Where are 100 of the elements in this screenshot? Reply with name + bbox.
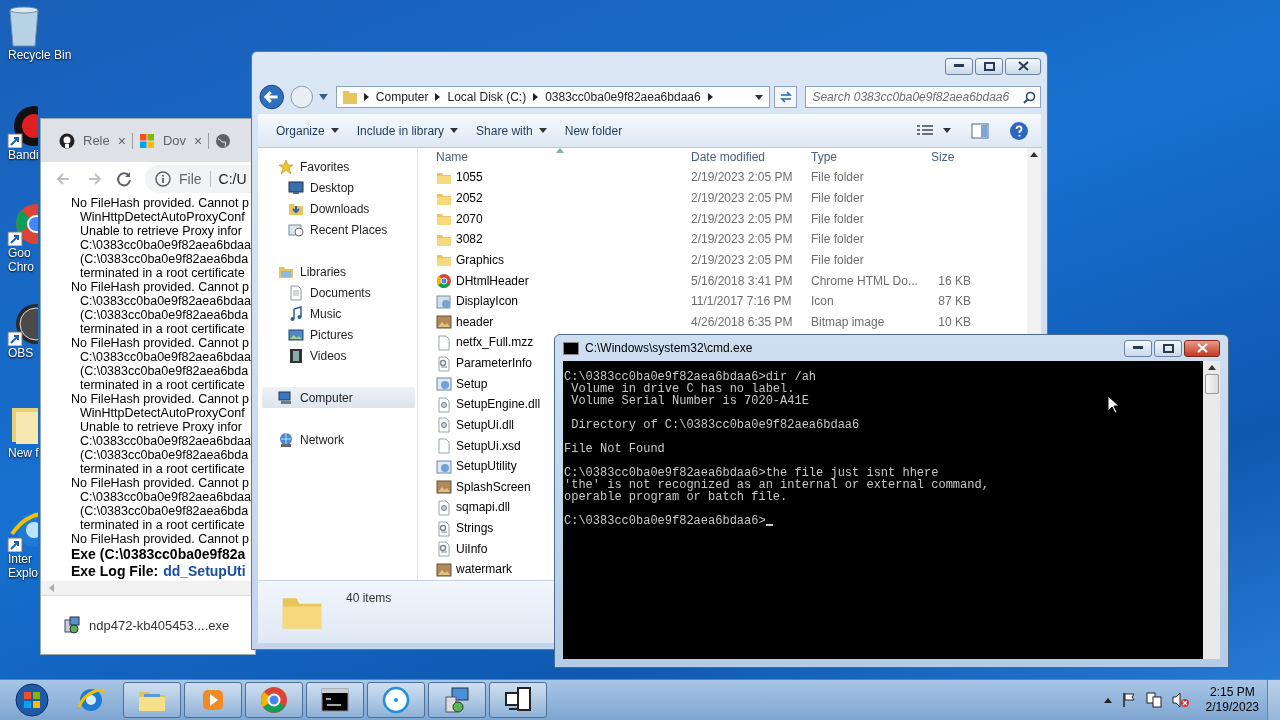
address-bar[interactable]: Computer Local Disk (C:) 0383cc0ba0e9f82aea6bdaa6 (335, 86, 770, 108)
maximize-button[interactable] (975, 57, 1003, 75)
toolbar-button[interactable]: Organize (270, 119, 351, 142)
terminal-line: C:\0383cc0ba0e9f82aea6bdaa6> (564, 515, 766, 527)
file-name[interactable]: UiInfo (456, 541, 488, 557)
terminal-line: Directory of C:\0383cc0ba0e9f82aea6bdaa6 (570, 419, 860, 431)
caret-icon (943, 128, 951, 133)
file-name[interactable]: DHtmlHeader (456, 273, 529, 289)
flag-icon[interactable] (1121, 692, 1136, 708)
desktop-icon-label[interactable]: Bandi (8, 148, 39, 162)
toolbar-button[interactable]: Share with (470, 119, 559, 142)
search-field[interactable]: Search 0383cc0ba0e9f82aea6bdaa6 (805, 86, 1041, 108)
speaker-muted-icon[interactable] (1171, 692, 1190, 708)
music-note-icon (288, 305, 304, 322)
settings-file-icon (436, 355, 452, 372)
file-name[interactable]: Strings (456, 521, 494, 537)
nav-item[interactable]: Videos (258, 345, 417, 366)
scroll-thumb[interactable] (1204, 374, 1219, 394)
file-name[interactable]: SplashScreen (456, 479, 531, 495)
file-name[interactable]: 2070 (456, 211, 483, 227)
terminal-line: C:\0383cc0ba0e9f82aea6bdaa6>the file just isnt hhere (564, 467, 939, 479)
desktop-icon-label[interactable]: Inter (8, 552, 32, 566)
scroll-up-icon[interactable] (1030, 152, 1038, 157)
toolbar-button[interactable]: Include in library (350, 119, 471, 142)
toolbar-button[interactable]: New folder (558, 119, 635, 142)
nav-item[interactable]: Documents (258, 282, 417, 303)
log-summary: Exe (C:\0383cc0ba0e9f82a (70, 546, 247, 563)
file-name[interactable]: netfx_Full.mzz (456, 335, 534, 351)
minimize-button[interactable] (945, 57, 973, 75)
desktop-icon-label[interactable]: New f (8, 446, 39, 460)
minimize-button[interactable] (1124, 339, 1152, 357)
nav-item[interactable]: Network (258, 429, 417, 450)
desktop-icon-label[interactable]: Explo (8, 566, 39, 580)
file-name[interactable]: 1055 (456, 170, 483, 186)
breadcrumb[interactable]: 0383cc0ba0e9f82aea6bdaa6 (545, 90, 701, 104)
close-button[interactable] (1005, 57, 1041, 75)
chrome-icon (436, 273, 452, 290)
close-tab-icon[interactable]: × (117, 132, 126, 149)
file-name[interactable]: 2052 (456, 191, 483, 207)
browser-tab[interactable]: Dov × (132, 132, 210, 149)
close-tab-icon[interactable]: × (194, 132, 203, 149)
taskbar-button[interactable] (306, 682, 364, 718)
file-name[interactable]: ParameterInfo (456, 356, 533, 372)
file-name[interactable]: SetupUi.xsd (456, 438, 521, 454)
download-item[interactable]: ndp472-kb405453....exe (89, 617, 230, 633)
nav-item[interactable]: Music (258, 303, 417, 324)
terminal-icon (320, 685, 350, 715)
desktop-icon-label[interactable]: Recycle Bin (8, 48, 72, 62)
image-file-icon (436, 293, 452, 310)
desktop-icon-label[interactable]: Chro (8, 260, 34, 274)
file-name[interactable]: watermark (456, 562, 512, 578)
desktop-icon-label[interactable]: Goo (8, 246, 31, 260)
dll-file-icon (436, 417, 452, 434)
help-icon[interactable] (1009, 120, 1029, 141)
browser-tab[interactable]: Rele × (53, 132, 133, 149)
show-hidden-icons-icon[interactable] (1103, 697, 1112, 703)
scroll-up-icon[interactable] (1207, 365, 1216, 370)
terminal-line: 'the' is not recognized as an internal or external command, (564, 479, 989, 491)
file-name[interactable]: SetupUtility (456, 459, 517, 475)
folder-icon (342, 89, 357, 105)
close-button[interactable] (1184, 339, 1220, 357)
application-icon (436, 376, 452, 393)
reload-icon[interactable] (115, 170, 133, 188)
breadcrumb[interactable]: Local Disk (C:) (447, 90, 527, 104)
maximize-button[interactable] (1154, 339, 1182, 357)
close-icon (1196, 343, 1208, 353)
taskbar-button[interactable] (489, 682, 547, 718)
file-name[interactable]: 3082 (456, 232, 483, 248)
log-file-link[interactable]: dd_SetupUti (163, 563, 246, 580)
column-header[interactable]: Size (931, 150, 971, 166)
nav-item[interactable]: Libraries (258, 261, 417, 282)
column-header[interactable]: Name (436, 150, 691, 166)
history-caret-icon[interactable] (318, 94, 328, 100)
nav-item[interactable]: Desktop (258, 177, 417, 198)
file-name[interactable]: sqmapi.dll (456, 500, 511, 516)
file-size: 16 KB (937, 273, 971, 289)
file-name[interactable]: SetupUi.dll (456, 417, 515, 433)
refresh-button[interactable] (773, 86, 798, 108)
breadcrumb[interactable]: Computer (375, 90, 429, 104)
view-options-button[interactable] (917, 124, 951, 137)
log-line: (C:\0383cc0ba0e9f82aea6bda (79, 308, 250, 322)
clock[interactable]: 2:15 PM 2/19/2023 (1205, 685, 1259, 715)
file-name[interactable]: Graphics (456, 252, 505, 268)
desktop-icon-label[interactable]: OBS (8, 346, 34, 360)
column-header[interactable]: Type (811, 150, 931, 166)
column-header[interactable]: Date modified (691, 150, 811, 166)
nav-item[interactable]: Recent Places (258, 219, 417, 240)
file-name[interactable]: Setup (456, 376, 488, 392)
back-button[interactable] (258, 83, 286, 111)
show-desktop-button[interactable] (1267, 680, 1280, 720)
file-name[interactable]: SetupEngine.dll (456, 397, 541, 413)
nav-item[interactable]: Pictures (258, 324, 417, 345)
date-modified: 11/1/2017 7:16 PM (691, 294, 793, 310)
file-name[interactable]: header (456, 314, 494, 330)
nav-item[interactable]: Favorites (258, 156, 417, 177)
nav-item[interactable]: Computer (262, 387, 415, 408)
nav-item[interactable]: Downloads (258, 198, 417, 219)
log-line: Unable to retrieve Proxy infor (79, 224, 243, 238)
network-icon[interactable] (1145, 692, 1162, 708)
file-name[interactable]: DisplayIcon (456, 294, 519, 310)
